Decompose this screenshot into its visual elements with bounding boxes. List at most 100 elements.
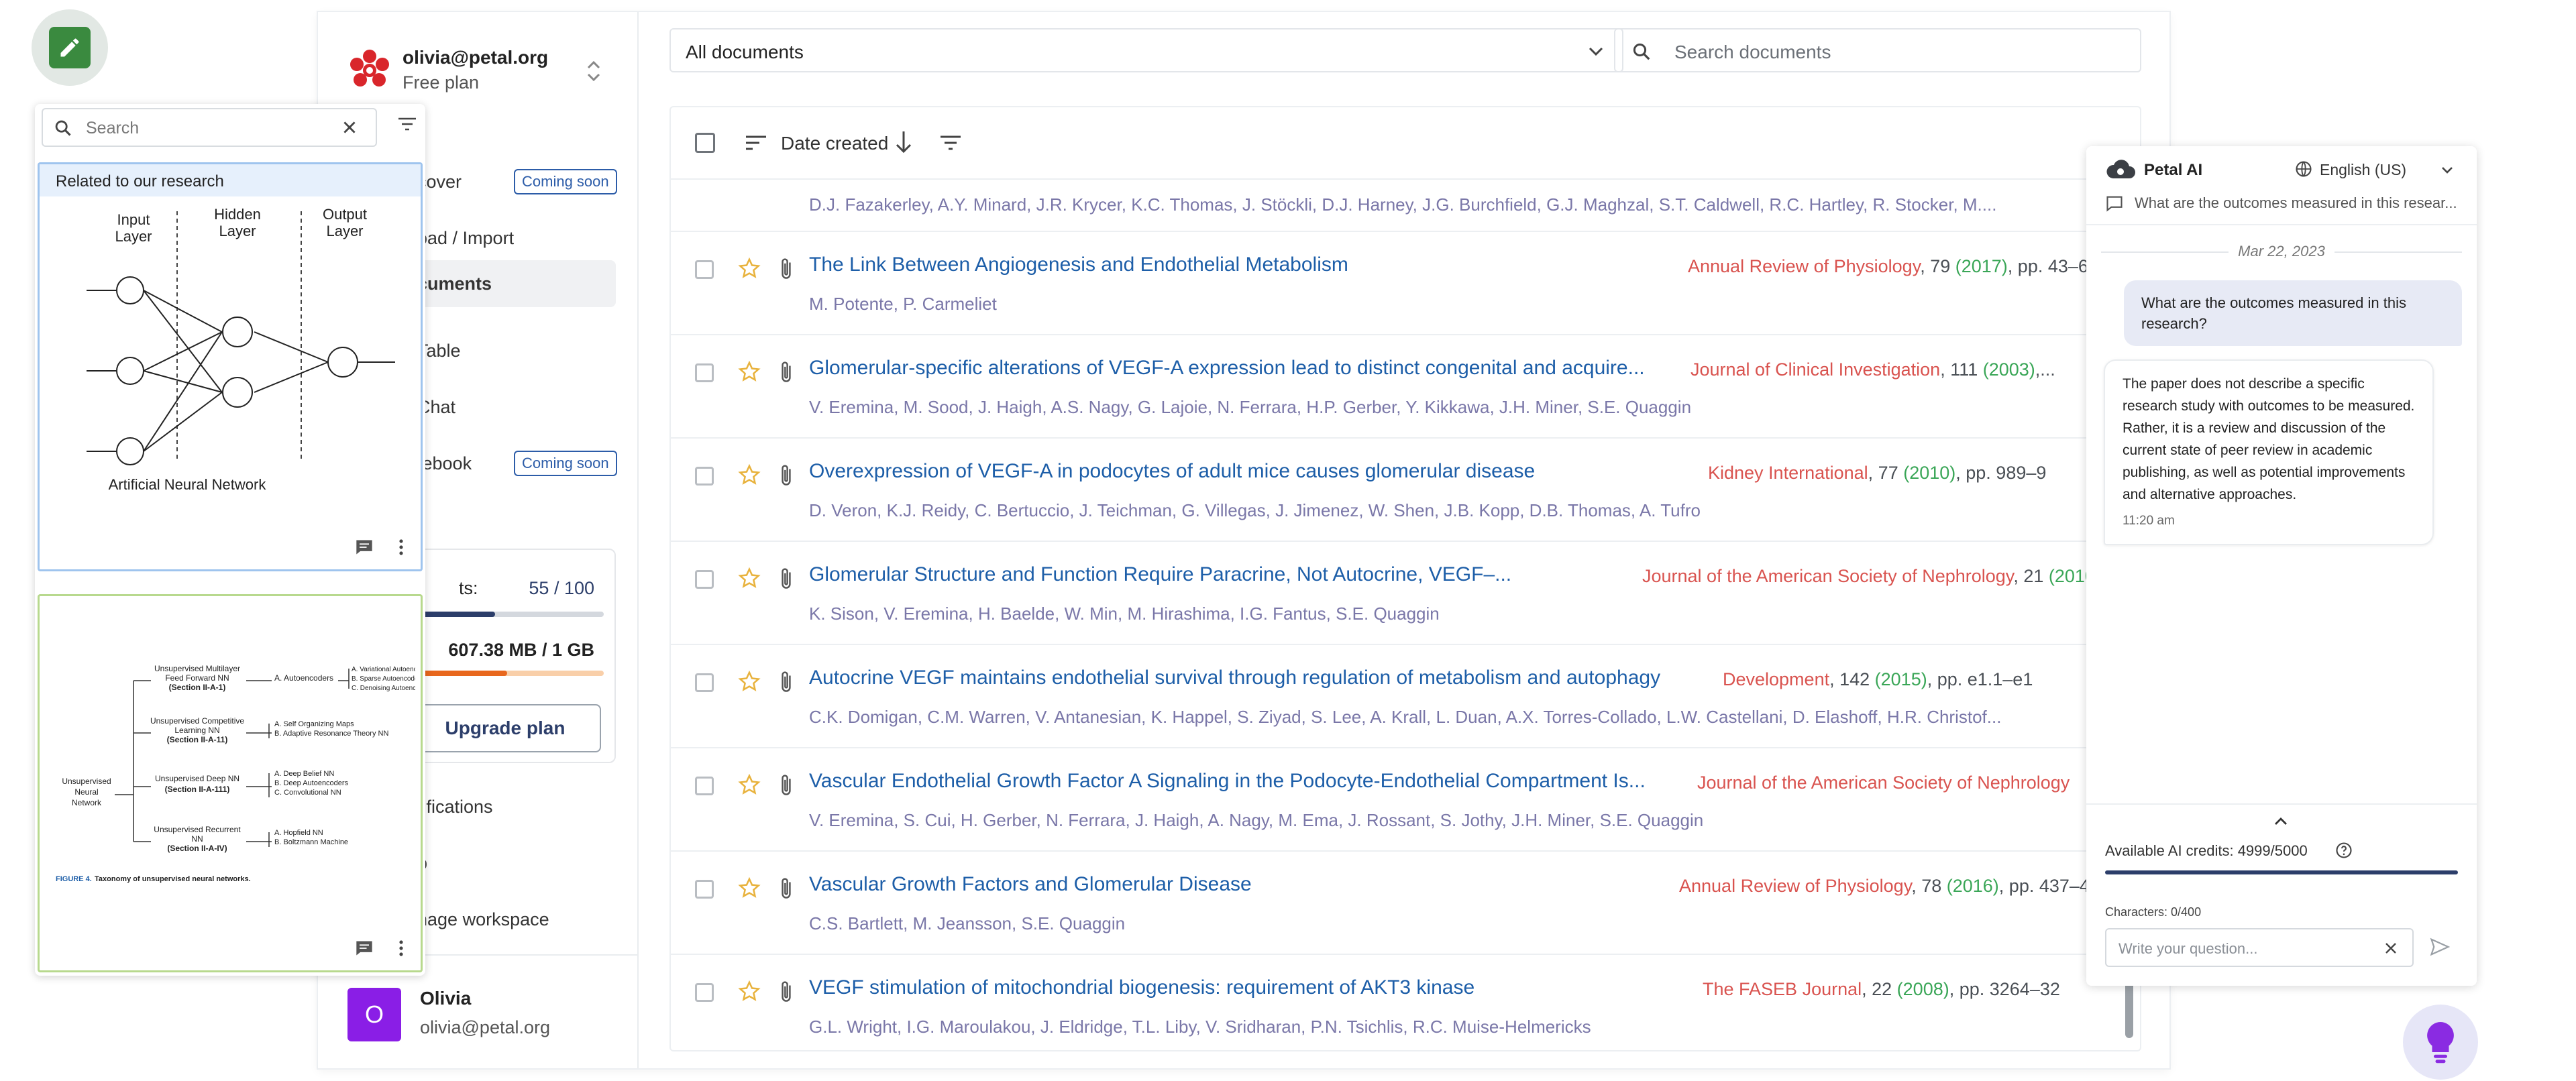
table-row[interactable]: D.J. Fazakerley, A.Y. Minard, J.R. Kryce… <box>671 180 2140 232</box>
filter-icon[interactable] <box>397 116 417 132</box>
account-email: olivia@petal.org <box>402 47 549 68</box>
row-checkbox[interactable] <box>695 467 714 486</box>
conversation-title[interactable]: What are the outcomes measured in this r… <box>2135 194 2463 212</box>
taxonomy-caption-label: FIGURE 4. <box>56 875 92 883</box>
nn-input-label-1: Input <box>117 211 150 228</box>
documents-usage-value: 55 / 100 <box>529 578 594 598</box>
document-title[interactable]: The Link Between Angiogenesis and Endoth… <box>809 253 1674 276</box>
document-citation: Annual Review of Physiology, 79 (2017), … <box>1688 256 2120 277</box>
nn-output-label-2: Layer <box>326 223 363 239</box>
table-row[interactable]: Vascular Growth Factors and Glomerular D… <box>671 852 2140 955</box>
upgrade-plan-button[interactable]: Upgrade plan <box>409 704 601 752</box>
table-row[interactable]: VEGF stimulation of mitochondrial biogen… <box>671 955 2140 1050</box>
document-title[interactable]: Vascular Growth Factors and Glomerular D… <box>809 873 1666 896</box>
row-checkbox[interactable] <box>695 260 714 279</box>
more-vert-icon[interactable] <box>398 940 405 957</box>
related-search-input[interactable]: Search <box>42 108 377 147</box>
ai-message: The paper does not describe a specific r… <box>2104 359 2434 545</box>
document-title[interactable]: Autocrine VEGF maintains endothelial sur… <box>809 667 1709 689</box>
star-icon[interactable] <box>738 671 761 692</box>
arrow-down-icon[interactable] <box>894 129 914 156</box>
row-checkbox[interactable] <box>695 777 714 795</box>
journal-name: Journal of Clinical Investigation <box>1690 359 1941 380</box>
publication-year: (2003) <box>1982 359 2035 380</box>
journal-name: The FASEB Journal <box>1703 979 1862 999</box>
document-title[interactable]: Overexpression of VEGF-A in podocytes of… <box>809 460 1695 483</box>
search-placeholder: Search documents <box>1674 42 1831 62</box>
attachment-icon <box>777 979 796 1005</box>
star-icon[interactable] <box>738 258 761 279</box>
table-row[interactable]: Glomerular-specific alterations of VEGF-… <box>671 335 2140 439</box>
document-title[interactable]: Glomerular Structure and Function Requir… <box>809 563 1629 586</box>
sort-icon[interactable] <box>745 133 767 153</box>
language-select[interactable]: English (US) <box>2320 161 2406 179</box>
table-row[interactable]: Glomerular Structure and Function Requir… <box>671 542 2140 645</box>
filter-icon[interactable] <box>939 134 962 152</box>
unfold-icon[interactable] <box>585 58 602 84</box>
document-citation: Development, 142 (2015), pp. e1.1–e1 <box>1723 669 2120 690</box>
journal-name: Annual Review of Physiology <box>1679 876 1912 896</box>
lightbulb-icon <box>2420 1019 2461 1066</box>
sidebar-item-label: tifications <box>417 796 493 817</box>
publication-year: (2008) <box>1896 979 1949 999</box>
document-filter-select[interactable]: All documents <box>669 28 1623 72</box>
star-icon[interactable] <box>738 361 761 382</box>
user-email: olivia@petal.org <box>420 1017 551 1037</box>
document-authors: K. Sison, V. Eremina, H. Baelde, W. Min,… <box>809 604 1440 624</box>
comment-icon[interactable] <box>355 940 374 957</box>
row-checkbox[interactable] <box>695 880 714 899</box>
list-header: Date created <box>671 107 2140 180</box>
comment-icon[interactable] <box>355 538 374 556</box>
document-citation: Kidney International, 77 (2010), pp. 989… <box>1708 463 2120 483</box>
send-icon[interactable] <box>2430 937 2450 956</box>
related-card-header: Related to our research <box>40 164 421 196</box>
table-row[interactable]: The Link Between Angiogenesis and Endoth… <box>671 232 2140 335</box>
row-checkbox[interactable] <box>695 363 714 382</box>
sort-field-label[interactable]: Date created <box>781 133 888 154</box>
user-name: Olivia <box>420 988 472 1009</box>
document-title[interactable]: Glomerular-specific alterations of VEGF-… <box>809 357 1677 380</box>
related-card-neural-network[interactable]: Related to our research Input Layer Hidd… <box>38 162 423 571</box>
close-icon[interactable] <box>2383 940 2399 956</box>
related-card-taxonomy[interactable]: Unsupervised Neural Network Unsupervised… <box>38 594 423 972</box>
star-icon[interactable] <box>738 464 761 486</box>
table-row[interactable]: Autocrine VEGF maintains endothelial sur… <box>671 645 2140 748</box>
select-all-checkbox[interactable] <box>695 133 715 153</box>
journal-name: Kidney International <box>1708 463 1868 483</box>
close-icon[interactable] <box>341 119 358 136</box>
chat-bubble-icon <box>2105 194 2124 212</box>
account-switcher[interactable]: olivia@petal.org Free plan <box>347 47 548 93</box>
row-checkbox[interactable] <box>695 570 714 589</box>
row-checkbox[interactable] <box>695 673 714 692</box>
star-icon[interactable] <box>738 567 761 589</box>
star-icon[interactable] <box>738 980 761 1002</box>
app-window: olivia@petal.org Free plan cover Coming … <box>318 12 2169 1068</box>
star-icon[interactable] <box>738 877 761 899</box>
journal-pages: , pp. 437–4 <box>1998 876 2090 896</box>
document-authors: D. Veron, K.J. Reidy, C. Bertuccio, J. T… <box>809 500 1701 520</box>
chevron-up-icon[interactable] <box>2273 815 2289 828</box>
star-icon[interactable] <box>738 774 761 795</box>
document-authors: M. Potente, P. Carmeliet <box>809 294 997 314</box>
document-title[interactable]: Vascular Endothelial Growth Factor A Sig… <box>809 770 1684 793</box>
journal-pages: , pp. 43–6 <box>2007 256 2088 276</box>
help-icon[interactable] <box>2334 841 2353 860</box>
ai-question-placeholder: Write your question... <box>2118 940 2258 957</box>
taxonomy-group-name: Unsupervised Multilayer <box>154 664 240 673</box>
chevron-down-icon[interactable] <box>2440 165 2454 176</box>
document-title[interactable]: VEGF stimulation of mitochondrial biogen… <box>809 976 1689 999</box>
row-checkbox[interactable] <box>695 983 714 1002</box>
edit-fab[interactable] <box>32 9 108 86</box>
nn-input-label-2: Layer <box>115 228 152 245</box>
attachment-icon <box>777 876 796 901</box>
document-authors: V. Eremina, S. Cui, H. Gerber, N. Ferrar… <box>809 810 1704 830</box>
table-row[interactable]: Vascular Endothelial Growth Factor A Sig… <box>671 748 2140 852</box>
lightbulb-button[interactable] <box>2403 1005 2478 1080</box>
more-vert-icon[interactable] <box>398 538 405 556</box>
taxonomy-group-section: (Section II-A-IV) <box>167 844 227 853</box>
taxonomy-sub-item: B. Sparse Autoencoders <box>352 675 415 683</box>
search-documents-input[interactable]: Search documents <box>1614 28 2141 72</box>
ai-question-input[interactable]: Write your question... <box>2105 928 2414 967</box>
table-row[interactable]: Overexpression of VEGF-A in podocytes of… <box>671 439 2140 542</box>
ai-message-text: The paper does not describe a specific r… <box>2123 376 2415 502</box>
